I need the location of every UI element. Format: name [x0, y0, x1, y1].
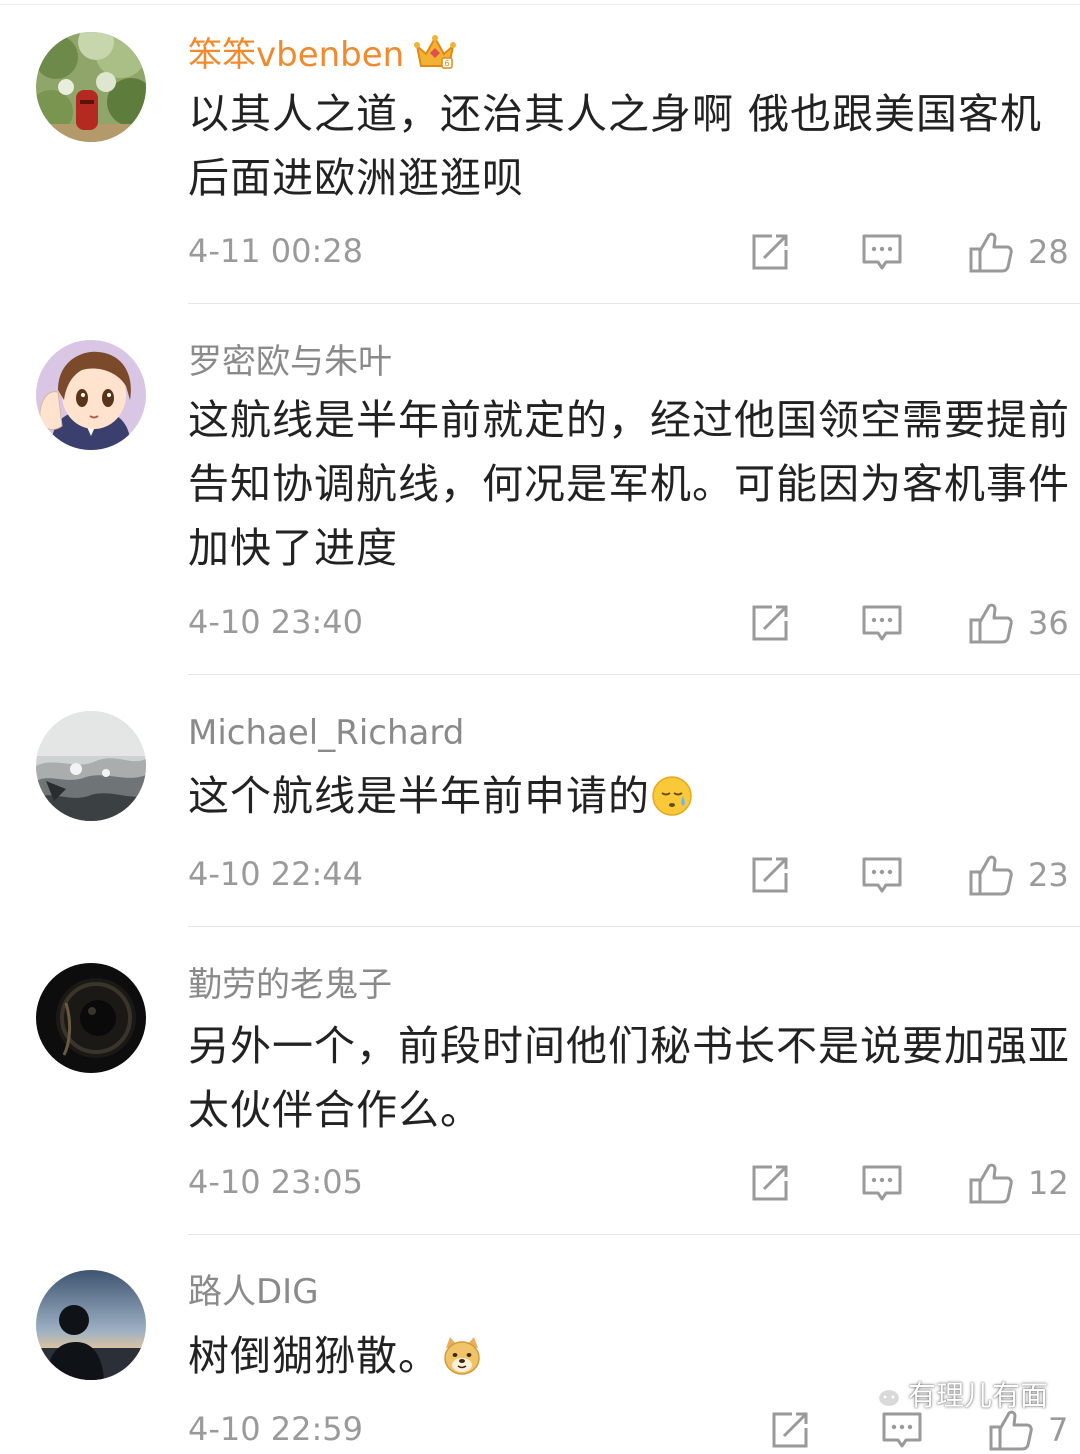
- dark-lens-avatar: [36, 963, 146, 1073]
- comment-divider: [188, 303, 1080, 304]
- username[interactable]: 笨笨vbenben 6: [188, 34, 457, 81]
- sea-waves-avatar: [36, 711, 146, 821]
- comment-meta: 4-10 23:40 36: [188, 599, 1080, 647]
- sweat-face-emoji: [652, 776, 692, 816]
- comment-text: 这个航线是半年前申请的: [188, 764, 1073, 828]
- thumbs-up-icon: [969, 855, 1013, 896]
- like-button[interactable]: 23: [968, 851, 1069, 899]
- top-divider: [0, 4, 1080, 5]
- comment-divider: [188, 926, 1080, 927]
- comment-time: 4-10 23:40: [188, 603, 364, 641]
- reply-button[interactable]: [860, 851, 904, 899]
- comment-meta: 4-11 00:28 28: [188, 228, 1080, 276]
- comment-divider: [188, 674, 1080, 675]
- like-button[interactable]: 28: [968, 228, 1069, 276]
- comment-icon: [862, 857, 902, 893]
- thumbs-up-icon: [969, 603, 1013, 644]
- share-button[interactable]: [748, 228, 792, 276]
- avatar[interactable]: [36, 340, 146, 450]
- reply-button[interactable]: [860, 1159, 904, 1207]
- anime-girl-avatar: [36, 340, 146, 450]
- comment-icon: [862, 605, 902, 641]
- share-button[interactable]: [748, 1159, 792, 1207]
- watermark: 有理儿有面: [862, 1374, 1048, 1414]
- share-icon: [752, 857, 788, 893]
- share-icon: [752, 1165, 788, 1201]
- comment-icon: [862, 1165, 902, 1201]
- comment-text-content: 树倒猢狲散。: [188, 1332, 440, 1380]
- share-icon: [772, 1412, 808, 1448]
- avatar[interactable]: [36, 963, 146, 1073]
- share-button[interactable]: [768, 1406, 812, 1454]
- share-button[interactable]: [748, 599, 792, 647]
- like-count: 7: [1048, 1411, 1069, 1449]
- comment-text: 另外一个，前段时间他们秘书长不是说要加强亚太伙伴合作么。: [188, 1022, 1070, 1134]
- comment-text: 这航线是半年前就定的，经过他国领空需要提前告知协调航线，何况是军机。可能因为客机…: [188, 396, 1070, 572]
- comment-meta: 4-10 22:44 23: [188, 851, 1080, 899]
- garden-mailbox-avatar: [36, 32, 146, 142]
- comment-time: 4-11 00:28: [188, 232, 364, 270]
- reply-button[interactable]: [860, 599, 904, 647]
- comment-time: 4-10 23:05: [188, 1163, 364, 1201]
- share-icon: [752, 234, 788, 270]
- comment-icon: [882, 1412, 922, 1448]
- like-count: 23: [1028, 856, 1069, 894]
- like-count: 28: [1028, 233, 1069, 271]
- doge-emoji: [444, 1337, 480, 1375]
- like-count: 12: [1028, 1164, 1069, 1202]
- username[interactable]: 罗密欧与朱叶: [188, 342, 392, 382]
- avatar[interactable]: [36, 1270, 146, 1380]
- username[interactable]: 勤劳的老鬼子: [188, 965, 392, 1005]
- crown-icon: 6: [414, 34, 457, 81]
- like-button[interactable]: 36: [968, 599, 1069, 647]
- reply-button[interactable]: [860, 228, 904, 276]
- like-count: 36: [1028, 604, 1069, 642]
- avatar[interactable]: [36, 32, 146, 142]
- comment-text: 以其人之道，还治其人之身啊 俄也跟美国客机后面进欧洲逛逛呗: [188, 90, 1043, 202]
- comment-divider: [188, 1234, 1080, 1235]
- comment-text-content: 这个航线是半年前申请的: [188, 772, 650, 820]
- thumbs-up-icon: [969, 1163, 1013, 1204]
- thumbs-up-icon: [969, 232, 1013, 273]
- avatar[interactable]: [36, 711, 146, 821]
- share-button[interactable]: [748, 851, 792, 899]
- silhouette-sunset-avatar: [36, 1270, 146, 1380]
- watermark-text: 有理儿有面: [908, 1379, 1049, 1412]
- like-button[interactable]: 12: [968, 1159, 1069, 1207]
- svg-text:6: 6: [445, 59, 450, 68]
- comment-time: 4-10 22:59: [188, 1410, 364, 1448]
- username[interactable]: Michael_Richard: [188, 713, 464, 753]
- share-icon: [752, 605, 788, 641]
- wechat-icon: [862, 1377, 902, 1409]
- comment-time: 4-10 22:44: [188, 855, 364, 893]
- comment-meta: 4-10 23:05 12: [188, 1159, 1080, 1207]
- comment-icon: [862, 234, 902, 270]
- username[interactable]: 路人DIG: [188, 1272, 319, 1312]
